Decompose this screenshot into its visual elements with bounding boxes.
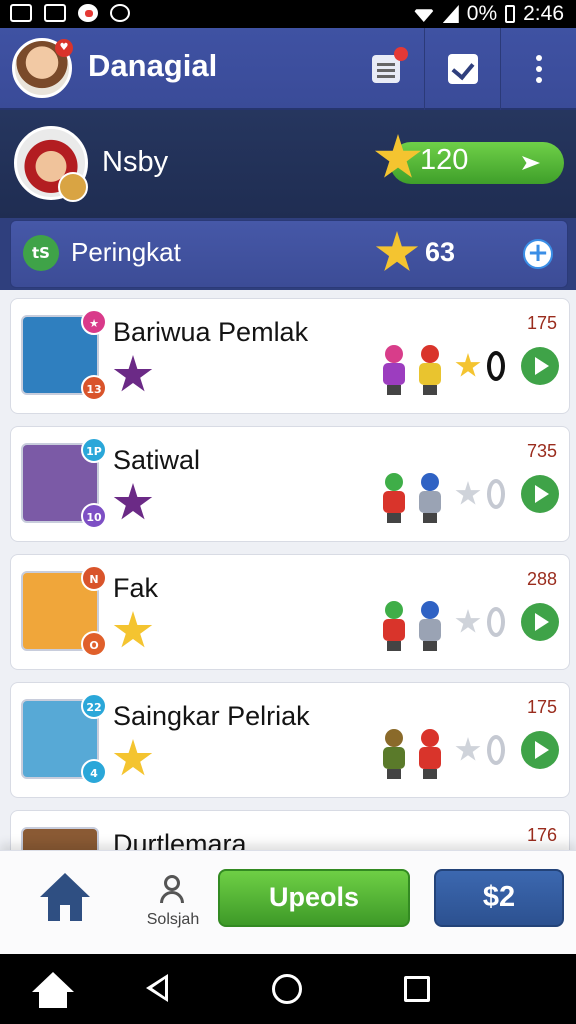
upgrade-button[interactable]: Upeols (218, 869, 410, 927)
more-vertical-icon (535, 66, 542, 72)
home-icon-door (60, 905, 70, 921)
player-badge-top: ★ (81, 309, 107, 335)
player-avatar: 22 4 (21, 693, 107, 785)
character-icon (379, 601, 409, 651)
player-points: 735 (526, 441, 557, 461)
character-icon (415, 345, 445, 395)
player-name: Bariwua Pemlak (113, 317, 309, 347)
document-icon (372, 47, 408, 83)
player-badge-top: 22 (81, 693, 107, 719)
clock: 2:46 (523, 2, 564, 25)
list-item[interactable]: Durtlemara 176 (10, 810, 570, 850)
system-recents-icon[interactable] (404, 976, 430, 1002)
token-icon (487, 479, 505, 509)
status-bar: 0% 2:46 (0, 0, 576, 28)
character-icon (415, 601, 445, 651)
list-item[interactable]: 22 4 Saingkar Pelriak 175 (10, 682, 570, 798)
player-name: Satiwal (113, 445, 201, 475)
player-badge-bottom: 10 (81, 503, 107, 529)
battery-percent: 0% (466, 2, 498, 25)
profile-tab-label: Solsjah (146, 911, 200, 928)
bottom-bar: Solsjah Upeols $2 (0, 850, 576, 954)
star-icon (113, 611, 153, 648)
star-outline-icon (455, 481, 481, 505)
player-badge-top: 1P (81, 437, 107, 463)
play-button[interactable] (521, 731, 559, 769)
player-avatar: 1P 10 (21, 437, 107, 529)
player-badge-top: N (81, 565, 107, 591)
star-icon (375, 231, 419, 272)
home-tab[interactable] (40, 873, 90, 923)
play-button[interactable] (521, 347, 559, 385)
system-nav-bar (0, 954, 576, 1024)
player-name: Fak (113, 573, 159, 603)
list-item[interactable]: ★ 13 Bariwua Pemlak 175 (10, 298, 570, 414)
heart-icon (394, 47, 408, 61)
add-button[interactable]: + (523, 239, 553, 269)
wifi-icon (412, 9, 435, 22)
messages-button[interactable] (348, 28, 424, 110)
notification-icon (78, 4, 98, 22)
star-icon (113, 483, 153, 520)
home-icon (40, 873, 90, 897)
user-avatar[interactable]: ♥ (12, 38, 73, 98)
system-home-icon[interactable] (32, 972, 74, 1008)
token-icon (487, 607, 505, 637)
star-icon (113, 355, 153, 392)
character-icon (415, 473, 445, 523)
rank-badge-icon: tS (23, 235, 59, 271)
rank-value: 63 (425, 237, 456, 267)
player-avatar: ★ 13 (21, 309, 107, 401)
player-badge-bottom: 13 (81, 375, 107, 401)
system-circle-icon[interactable] (272, 974, 302, 1004)
app-title: Danagial (88, 48, 218, 83)
player-name: Durtlemara (113, 829, 247, 850)
player-name: Saingkar Pelriak (113, 701, 310, 731)
coin-icon (58, 172, 88, 202)
profile-name: Nsby (102, 146, 169, 178)
player-points: 175 (526, 313, 557, 333)
profile-strip: Nsby 120 (0, 110, 576, 218)
profile-tab[interactable]: Solsjah (140, 871, 206, 937)
score-value: 120 (420, 144, 469, 176)
more-menu-button[interactable] (500, 28, 576, 110)
alarm-icon (110, 4, 130, 22)
player-points: 175 (526, 697, 557, 717)
player-avatar: N O (21, 565, 107, 657)
person-icon (158, 875, 186, 903)
media-icon (44, 4, 66, 22)
player-list: ★ 13 Bariwua Pemlak 175 1P 10 Satiwal 73… (0, 290, 576, 850)
play-button[interactable] (521, 475, 559, 513)
character-icon (379, 729, 409, 779)
star-outline-icon (455, 609, 481, 633)
star-icon (455, 353, 481, 377)
star-icon (113, 739, 153, 776)
battery-icon (505, 5, 516, 23)
checkbox-icon (447, 54, 478, 84)
star-outline-icon (455, 737, 481, 761)
token-icon (487, 735, 505, 765)
app-header: ♥ Danagial (0, 28, 576, 110)
price-button[interactable]: $2 (434, 869, 564, 927)
system-back-icon-inner (152, 979, 165, 997)
player-badge-bottom: 4 (81, 759, 107, 785)
tasks-button[interactable] (424, 28, 500, 110)
player-avatar (21, 827, 99, 850)
signal-icon (442, 5, 459, 23)
token-icon (487, 351, 505, 381)
character-icon (379, 345, 409, 395)
ranking-bar: tS Peringkat 63 + (10, 220, 568, 288)
character-icon (379, 473, 409, 523)
ranking-label: Peringkat (71, 237, 181, 267)
player-badge-bottom: O (81, 631, 107, 657)
player-points: 288 (526, 569, 557, 589)
character-icon (415, 729, 445, 779)
play-button[interactable] (521, 603, 559, 641)
list-item[interactable]: 1P 10 Satiwal 735 (10, 426, 570, 542)
gallery-icon (10, 4, 32, 22)
avatar-notification-badge: ♥ (55, 39, 73, 57)
list-item[interactable]: N O Fak 288 (10, 554, 570, 670)
player-points: 176 (526, 825, 557, 845)
